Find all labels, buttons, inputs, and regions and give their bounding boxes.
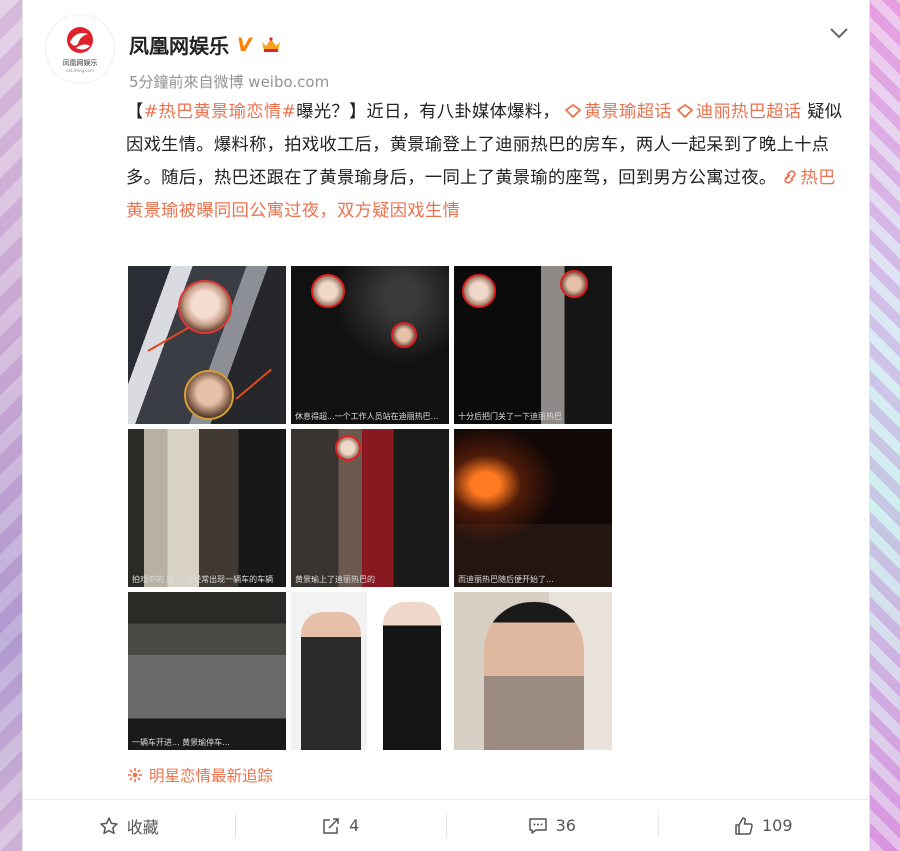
super-topic-link-2[interactable]: 迪丽热巴超话	[696, 102, 802, 122]
verified-v-icon: V	[237, 33, 252, 56]
content-bracket-open: 【	[126, 102, 144, 122]
star-icon	[99, 816, 118, 834]
post-image-7[interactable]: 一辆车开进... 黄景瑜停车...	[128, 592, 286, 750]
super-topic-icon	[564, 104, 582, 118]
face-highlight	[335, 435, 361, 461]
weibo-post-card: 凤凰网娱乐 ent.ifeng.com 凤凰网娱乐 V 5分鐘前來自微博 wei…	[22, 0, 870, 851]
post-image-6[interactable]: 而迪丽热巴随后便开始了...	[454, 429, 612, 587]
post-content: 【#热巴黄景瑜恋情#曝光？】近日，有八卦媒体爆料， 黄景瑜超话 迪丽热巴超话 疑似因…	[126, 96, 846, 228]
logo-caption-small: ent.ifeng.com	[66, 67, 94, 73]
tracker-label: 明星恋情最新追踪	[149, 767, 274, 785]
logo-caption: 凤凰网娱乐	[62, 58, 98, 67]
crown-icon[interactable]	[260, 36, 282, 54]
author-row: 凤凰网娱乐 V	[129, 30, 282, 59]
person-figure	[301, 612, 361, 750]
face-highlight	[462, 274, 496, 308]
repost-button[interactable]: 4	[234, 800, 447, 851]
face-highlight	[391, 322, 417, 348]
repost-icon	[323, 817, 339, 834]
author-avatar[interactable]: 凤凰网娱乐 ent.ifeng.com	[45, 14, 115, 84]
chevron-down-icon[interactable]	[829, 26, 849, 40]
action-bar: 收藏 4 36 109	[23, 800, 869, 851]
favorite-button[interactable]: 收藏	[23, 800, 235, 851]
image-caption: 黄景瑜上了迪丽热巴的	[295, 575, 375, 584]
like-button[interactable]: 109	[657, 800, 870, 851]
post-meta: 5分鐘前來自微博 weibo.com	[129, 73, 330, 91]
like-count: 109	[761, 816, 793, 835]
arrow-mark	[147, 326, 191, 352]
post-image-2[interactable]: 休息得超...一个工作人员站在迪丽热巴...	[291, 266, 449, 424]
post-image-4[interactable]: 拍戏中的 路人 水经常出现一辆车的车辆	[128, 429, 286, 587]
post-image-1[interactable]	[128, 266, 286, 424]
image-caption: 一辆车开进... 黄景瑜停车...	[132, 738, 230, 747]
person-figure	[383, 602, 441, 750]
hashtag-topic-link[interactable]: #热巴黄景瑜恋情#	[144, 102, 297, 122]
image-caption: 而迪丽热巴随后便开始了...	[458, 575, 554, 584]
repost-count: 4	[349, 816, 360, 835]
favorite-label: 收藏	[126, 817, 159, 837]
comment-button[interactable]: 36	[446, 800, 658, 851]
background-right	[870, 0, 900, 851]
link-icon	[783, 170, 796, 184]
content-text-1: 曝光？】近日，有八卦媒体爆料，	[296, 102, 560, 122]
arrow-mark	[235, 368, 272, 400]
tracker-icon	[128, 768, 142, 782]
comment-count: 36	[555, 816, 576, 835]
image-grid: 休息得超...一个工作人员站在迪丽热巴... 十分后把门关了一下迪丽热巴 拍戏中…	[128, 266, 612, 750]
face-highlight	[178, 280, 232, 334]
post-image-9[interactable]	[454, 592, 612, 750]
tracker-link[interactable]: 明星恋情最新追踪	[127, 764, 273, 786]
post-image-8[interactable]	[291, 592, 449, 750]
ifeng-logo-icon	[67, 26, 93, 53]
post-image-3[interactable]: 十分后把门关了一下迪丽热巴	[454, 266, 612, 424]
image-caption: 拍戏中的 路人 水经常出现一辆车的车辆	[132, 575, 274, 584]
comment-icon	[528, 817, 547, 834]
like-icon	[735, 816, 753, 835]
super-topic-icon	[676, 104, 694, 118]
face-highlight	[560, 270, 588, 298]
author-name[interactable]: 凤凰网娱乐	[129, 30, 229, 59]
face-highlight	[311, 274, 345, 308]
image-caption: 休息得超...一个工作人员站在迪丽热巴...	[295, 412, 439, 421]
super-topic-link-1[interactable]: 黄景瑜超话	[584, 102, 672, 122]
post-image-5[interactable]: 黄景瑜上了迪丽热巴的	[291, 429, 449, 587]
image-caption: 十分后把门关了一下迪丽热巴	[458, 412, 562, 421]
face-highlight	[184, 370, 234, 420]
person-figure	[484, 602, 584, 750]
